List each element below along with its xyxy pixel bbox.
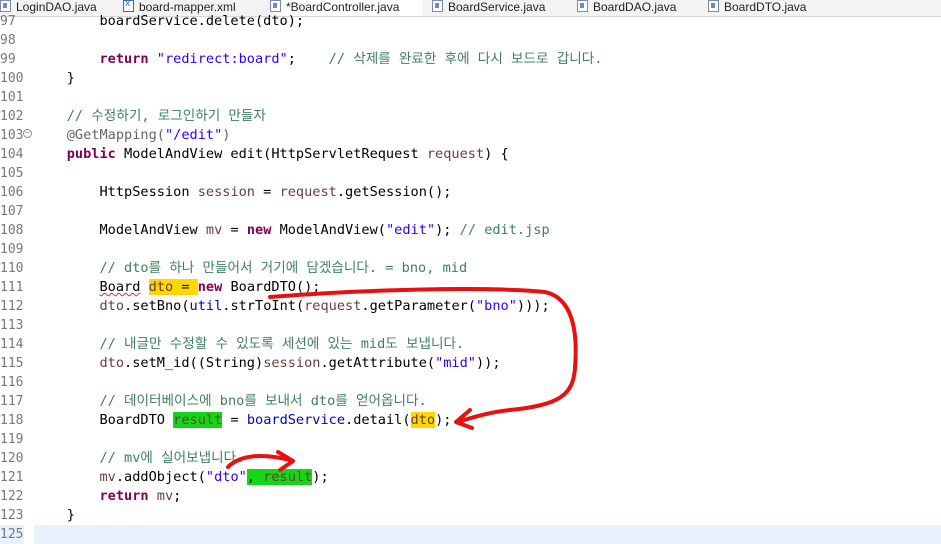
line-number: 110 [0,261,24,276]
code-line: dto.setM_id((String)session.getAttribute… [99,355,501,371]
code-line: public ModelAndView edit(HttpServletRequ… [66,146,509,162]
java-file-icon [577,0,588,12]
line-number: 116 [0,375,24,390]
code-line: // 데이터베이스에 bno를 보내서 dto를 얻어옵니다. [99,393,427,409]
line-number: 125 [0,525,24,544]
code-line: BoardDTO result = boardService.detail(dt… [99,412,452,428]
line-number: 99 [0,52,16,67]
line-number: 100 [0,71,24,86]
line-number: 107 [0,204,24,219]
code-line: @GetMapping("/edit") [66,127,231,143]
line-number: 103 [0,128,24,143]
line-number: 102 [0,109,24,124]
line-number: 104 [0,147,24,162]
highlight-dto: dto [410,412,436,428]
code-line: return mv; [99,488,182,504]
line-number: 118 [0,413,24,428]
line-number: 122 [0,489,24,504]
code-line: return "redirect:board"; // 삭제를 완료한 후에 다… [99,51,603,67]
code-line: // 수정하기, 로그인하기 만들자 [66,108,266,124]
line-number: 112 [0,299,24,314]
code-line: dto.setBno(util.strToInt(request.getPara… [99,298,550,314]
line-number: 113 [0,318,24,333]
line-number: 109 [0,242,24,257]
line-number-gutter: 97 98 99 100 101 102 103 104 − 105 106 1… [0,14,34,544]
code-line: boardService.delete(dto); [34,13,305,29]
line-number: 98 [0,33,16,48]
code-line: } [34,507,75,523]
code-line: Board dto = new BoardDTO(); [99,279,321,295]
line-number: 114 [0,337,24,352]
current-line [34,525,941,544]
java-file-icon [270,0,281,12]
line-number: 106 [0,185,24,200]
fold-toggle-icon[interactable]: − [23,129,32,138]
code-line: ModelAndView mv = new ModelAndView("edit… [99,222,550,238]
code-line: mv.addObject("dto", result); [99,469,329,485]
code-line: HttpSession session = request.getSession… [99,184,452,200]
line-number: 117 [0,394,24,409]
highlight-dto: dto [148,279,174,295]
code-line: // dto를 하나 만들어서 거기에 담겠습니다. = bno, mid [99,260,468,276]
line-number: 108 [0,223,24,238]
line-number: 121 [0,470,24,485]
line-number: 97 [0,14,16,29]
code-line: // mv에 실어보냅니다. [99,450,245,466]
code-line: } [34,70,75,86]
line-number: 101 [0,90,24,105]
code-editor[interactable]: boardService.delete(dto); return "redire… [34,13,941,544]
java-file-icon [708,0,719,12]
java-file-icon [0,0,11,12]
highlight-result: result [173,412,223,428]
line-number: 111 [0,280,24,295]
line-number: 120 [0,451,24,466]
line-number: 105 [0,166,24,181]
code-line: // 내글만 수정할 수 있도록 세션에 있는 mid도 보냅니다. [99,336,465,352]
line-number: 115 [0,356,24,371]
line-number: 123 [0,508,24,523]
line-number: 119 [0,432,24,447]
xml-file-icon [123,0,134,12]
java-file-icon [432,0,443,12]
highlight-result: result [255,469,313,485]
